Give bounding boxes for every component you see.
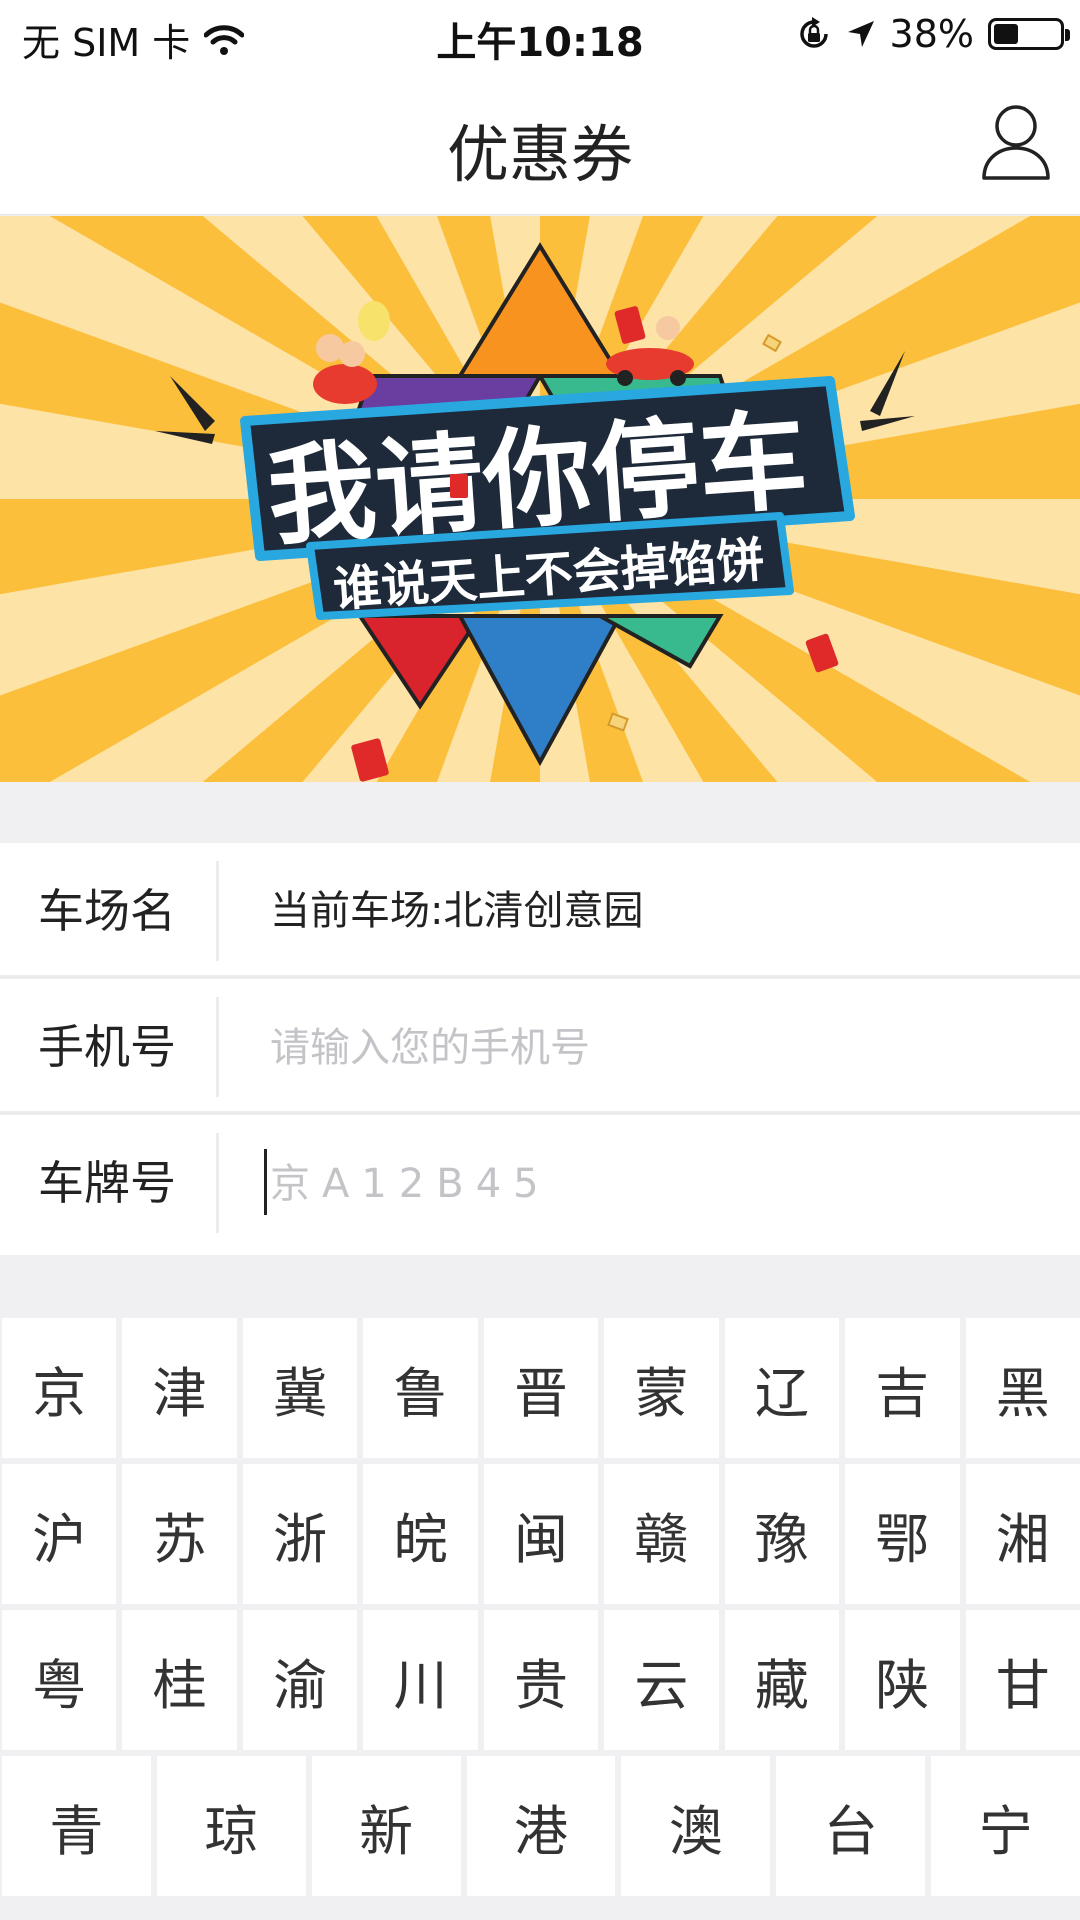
row-divider [216, 861, 219, 961]
province-key[interactable]: 闽 [483, 1464, 599, 1604]
user-profile-button[interactable] [980, 102, 1052, 182]
battery-icon [988, 18, 1070, 50]
keyboard-row: 青琼新港澳台宁 [0, 1756, 1080, 1896]
parking-lot-label: 车场名 [38, 884, 176, 938]
promo-banner[interactable]: 我请你停车 谁说天上不会掉馅饼 [0, 216, 1080, 782]
province-key[interactable]: 黑 [965, 1318, 1080, 1458]
province-key[interactable]: 贵 [483, 1610, 599, 1750]
keyboard-row: 粤桂渝川贵云藏陕甘 [0, 1610, 1080, 1750]
province-key[interactable]: 苏 [122, 1464, 237, 1604]
province-key[interactable]: 浙 [242, 1464, 358, 1604]
province-key[interactable]: 桂 [122, 1610, 237, 1750]
keyboard-row: 沪苏浙皖闽赣豫鄂湘 [0, 1464, 1080, 1604]
phone-input[interactable] [262, 1013, 1050, 1083]
province-key[interactable]: 皖 [363, 1464, 478, 1604]
province-key[interactable]: 台 [776, 1756, 926, 1896]
battery-level [994, 24, 1019, 44]
province-key[interactable]: 晋 [483, 1318, 599, 1458]
rotation-lock-icon [799, 17, 828, 48]
banner-art: 我请你停车 谁说天上不会掉馅饼 [0, 216, 1080, 782]
province-key[interactable]: 云 [604, 1610, 719, 1750]
province-key[interactable]: 鲁 [363, 1318, 478, 1458]
row-divider [216, 997, 219, 1097]
user-icon [982, 105, 1050, 180]
province-key[interactable]: 新 [311, 1756, 461, 1896]
province-key[interactable]: 宁 [931, 1756, 1080, 1896]
province-key[interactable]: 琼 [156, 1756, 306, 1896]
nav-bar: 优惠券 [0, 68, 1080, 215]
province-key[interactable]: 藏 [724, 1610, 840, 1750]
province-key[interactable]: 鄂 [845, 1464, 960, 1604]
battery-percent: 38% [889, 12, 974, 56]
province-key[interactable]: 辽 [724, 1318, 840, 1458]
province-key[interactable]: 京 [2, 1318, 117, 1458]
province-key[interactable]: 津 [122, 1318, 237, 1458]
province-key[interactable]: 澳 [621, 1756, 771, 1896]
province-keyboard: 京津冀鲁晋蒙辽吉黑沪苏浙皖闽赣豫鄂湘粤桂渝川贵云藏陕甘青琼新港澳台宁 [0, 1318, 1080, 1902]
province-key[interactable]: 蒙 [604, 1318, 719, 1458]
status-right: 38% [796, 12, 1070, 56]
province-key[interactable]: 甘 [965, 1610, 1080, 1750]
plate-label: 车牌号 [38, 1156, 176, 1210]
parking-lot-value: 当前车场:北清创意园 [270, 888, 644, 934]
province-key[interactable]: 沪 [2, 1464, 117, 1604]
coupon-form: 车场名 当前车场:北清创意园 手机号 车牌号 [0, 843, 1080, 1255]
plate-row: 车牌号 [0, 1115, 1080, 1255]
province-key[interactable]: 陕 [845, 1610, 960, 1750]
province-key[interactable]: 渝 [242, 1610, 358, 1750]
province-key[interactable]: 赣 [604, 1464, 719, 1604]
province-key[interactable]: 港 [466, 1756, 616, 1896]
page-title: 优惠券 [446, 118, 633, 191]
province-key[interactable]: 川 [363, 1610, 478, 1750]
status-bar: 无 SIM 卡 上午10:18 38% [0, 0, 1080, 68]
province-key[interactable]: 吉 [845, 1318, 960, 1458]
province-key[interactable]: 青 [2, 1756, 151, 1896]
plate-input[interactable] [262, 1149, 1050, 1219]
location-arrow-icon [847, 21, 874, 47]
parking-lot-row: 车场名 当前车场:北清创意园 [0, 843, 1080, 979]
phone-row: 手机号 [0, 979, 1080, 1115]
province-key[interactable]: 冀 [242, 1318, 358, 1458]
row-divider [216, 1133, 219, 1233]
province-key[interactable]: 粤 [2, 1610, 117, 1750]
keyboard-row: 京津冀鲁晋蒙辽吉黑 [0, 1318, 1080, 1458]
province-key[interactable]: 豫 [724, 1464, 840, 1604]
province-key[interactable]: 湘 [965, 1464, 1080, 1604]
phone-label: 手机号 [38, 1020, 176, 1074]
